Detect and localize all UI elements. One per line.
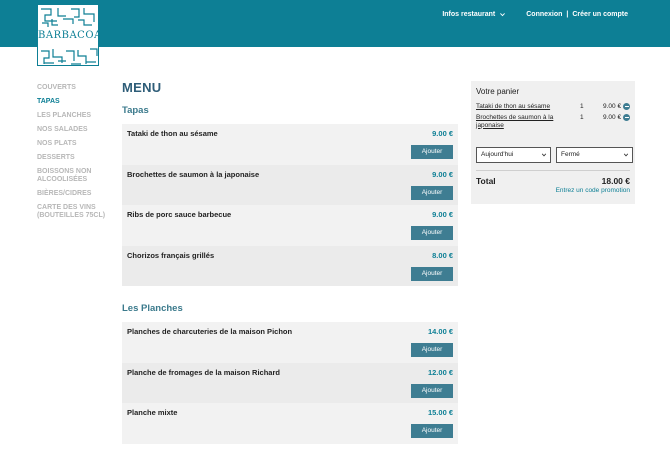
section-title-les-planches: Les Planches — [122, 303, 183, 314]
menu-item-price: 15.00 € — [427, 408, 453, 417]
menu-item-price: 14.00 € — [427, 327, 453, 336]
add-button[interactable]: Ajouter — [411, 185, 453, 200]
sidebar-item-desserts[interactable]: DESSERTS — [37, 154, 109, 162]
section-title-tapas: Tapas — [122, 105, 149, 116]
menu-main: MENU Tapas Tataki de thon au sésame 9.00… — [122, 80, 458, 444]
time-select[interactable]: Fermé — [556, 147, 633, 163]
chevron-down-icon — [623, 153, 629, 157]
menu-item: Tataki de thon au sésame 9.00 € Ajouter — [122, 124, 458, 165]
add-button[interactable]: Ajouter — [411, 343, 453, 357]
cart-title: Votre panier — [476, 87, 520, 96]
sidebar-item-nos-salades[interactable]: NOS SALADES — [37, 126, 109, 134]
logo[interactable]: BARBACOA — [37, 4, 99, 66]
day-select[interactable]: Aujourd'hui — [476, 147, 551, 163]
menu-item: Brochettes de saumon à la japonaise 9.00… — [122, 164, 458, 205]
minus-circle-icon[interactable] — [623, 114, 630, 121]
sidebar-item-tapas[interactable]: TAPAS — [37, 98, 109, 106]
menu-item-price: 12.00 € — [427, 367, 453, 377]
add-button[interactable]: Ajouter — [411, 383, 453, 398]
category-sidebar: COUVERTS TAPAS LES PLANCHES NOS SALADES … — [37, 84, 109, 226]
menu-item: Chorizos français grillés 8.00 € Ajouter — [122, 245, 458, 286]
menu-item-name: Planche de fromages de la maison Richard — [127, 367, 280, 377]
cart-line: Brochettes de saumon à la japonaise 1 9.… — [476, 114, 630, 130]
total-value: 18.00 € — [601, 176, 630, 186]
menu-item-name: Brochettes de saumon à la japonaise — [127, 169, 260, 179]
chevron-down-icon — [500, 13, 506, 17]
cart-total: Total 18.00 € — [476, 170, 630, 186]
cart-line-qty: 1 — [580, 114, 584, 121]
menu-item-name: Chorizos français grillés — [127, 250, 215, 260]
menu-item-name: Tataki de thon au sésame — [127, 129, 218, 138]
page-title: MENU — [122, 80, 162, 95]
cart-line-qty: 1 — [580, 103, 584, 110]
menu-item-name: Planche mixte — [127, 408, 178, 417]
sidebar-item-nos-plats[interactable]: NOS PLATS — [37, 140, 109, 148]
add-button[interactable]: Ajouter — [411, 226, 453, 240]
menu-item-price: 9.00 € — [432, 169, 453, 179]
sidebar-item-les-planches[interactable]: LES PLANCHES — [37, 112, 109, 120]
cart-line-price: 9.00 € — [603, 114, 622, 121]
cart-line-price: 9.00 € — [603, 103, 622, 110]
nav-infos-label: Infos restaurant — [442, 11, 496, 18]
cart-panel: Votre panier Tataki de thon au sésame 1 … — [471, 81, 635, 204]
chevron-down-icon — [541, 153, 547, 157]
logo-text: BARBACOA — [38, 27, 98, 45]
header-nav: Infos restaurant Connexion | Créer un co… — [442, 11, 628, 18]
login-link[interactable]: Connexion — [526, 11, 562, 18]
nav-infos-restaurant[interactable]: Infos restaurant — [442, 11, 506, 18]
sidebar-item-couverts[interactable]: COUVERTS — [37, 84, 109, 92]
menu-item: Planches de charcuteries de la maison Pi… — [122, 322, 458, 363]
day-select-value: Aujourd'hui — [481, 151, 514, 158]
menu-item: Ribs de porc sauce barbecue 9.00 € Ajout… — [122, 205, 458, 246]
menu-item: Planche mixte 15.00 € Ajouter — [122, 403, 458, 444]
menu-item-price: 8.00 € — [432, 250, 453, 260]
minus-circle-icon[interactable] — [623, 103, 630, 110]
menu-item-price: 9.00 € — [432, 129, 453, 138]
sidebar-item-carte-des-vins[interactable]: CARTE DES VINS (BOUTEILLES 75CL) — [37, 204, 109, 220]
menu-item-name: Planches de charcuteries de la maison Pi… — [127, 327, 293, 336]
total-label: Total — [476, 176, 496, 186]
cart-line-name[interactable]: Brochettes de saumon à la japonaise — [476, 114, 564, 129]
sidebar-item-bieres-cidres[interactable]: BIÈRES/CIDRES — [37, 190, 109, 198]
top-bar: Infos restaurant Connexion | Créer un co… — [0, 0, 670, 47]
sidebar-item-boissons[interactable]: BOISSONS NON ALCOOLISÉES — [37, 168, 109, 184]
add-button[interactable]: Ajouter — [411, 266, 453, 281]
cart-line: Tataki de thon au sésame 1 9.00 € — [476, 103, 630, 114]
add-button[interactable]: Ajouter — [411, 145, 453, 159]
pickup-selectors: Aujourd'hui Fermé — [476, 147, 633, 163]
add-button[interactable]: Ajouter — [411, 424, 453, 438]
menu-item: Planche de fromages de la maison Richard… — [122, 362, 458, 403]
signup-link[interactable]: Créer un compte — [572, 11, 628, 18]
menu-item-price: 9.00 € — [432, 210, 453, 219]
nav-separator: | — [566, 11, 569, 18]
cart-line-name[interactable]: Tataki de thon au sésame — [476, 103, 564, 111]
promo-code-link[interactable]: Entrez un code promotion — [556, 187, 630, 194]
time-select-value: Fermé — [561, 151, 580, 158]
menu-item-name: Ribs de porc sauce barbecue — [127, 210, 232, 219]
